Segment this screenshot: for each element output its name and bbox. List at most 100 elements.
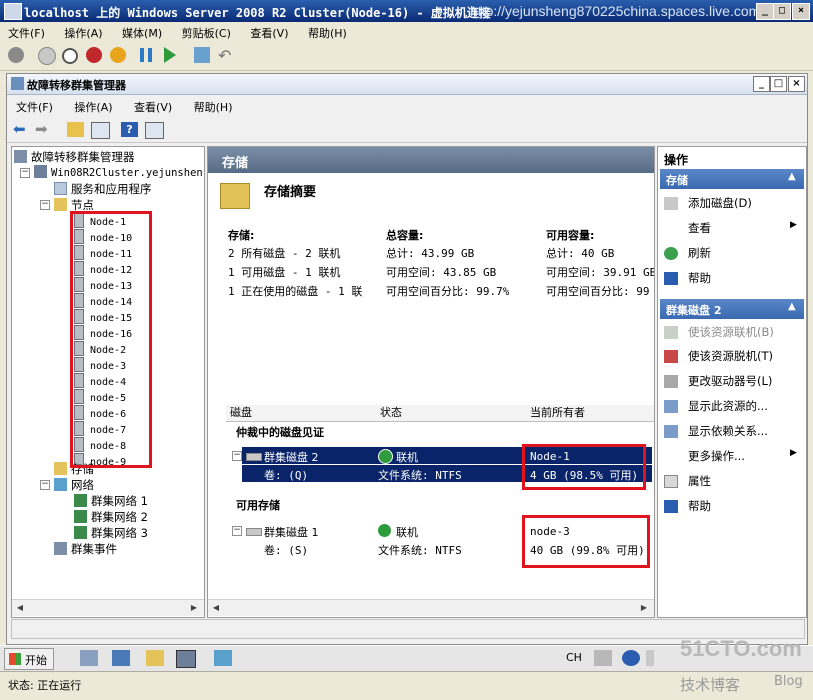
start-button[interactable]: 开始 <box>4 648 54 670</box>
navigation-tree: 故障转移群集管理器 − Win08R2Cluster.yejunshen 服务和… <box>11 146 205 618</box>
cluster-manager-taskbar-icon[interactable] <box>176 650 196 668</box>
action-show-report[interactable]: 显示此资源的... <box>664 398 768 414</box>
action-help[interactable]: 帮助 <box>664 270 711 286</box>
cluster-manager-icon <box>14 150 27 163</box>
column-status[interactable]: 状态 <box>376 405 527 422</box>
folder-icon <box>54 198 67 211</box>
group-quorum-label: 仲裁中的磁盘见证 <box>236 426 324 439</box>
disk-1-name[interactable]: 群集磁盘 1 <box>264 524 319 540</box>
submenu-arrow-icon: ▶ <box>790 448 797 458</box>
tree-network-3[interactable]: 群集网络 3 <box>74 525 148 541</box>
action-view[interactable]: 查看 <box>688 220 711 236</box>
action-take-offline[interactable]: 使该资源脱机(T) <box>664 348 773 364</box>
vm-menu-help[interactable]: 帮助(H) <box>300 22 355 41</box>
tree-hscrollbar[interactable]: ◀ ▶ <box>12 599 204 616</box>
vm-status-bar: 状态: 正在运行 51CTO.com 技术博客 Blog <box>0 636 813 700</box>
vm-menu-clipboard[interactable]: 剪贴板(C) <box>174 22 239 41</box>
keyboard-icon[interactable] <box>594 650 612 666</box>
action-refresh[interactable]: 刷新 <box>664 245 711 261</box>
tree-networks[interactable]: 网络 <box>54 477 94 493</box>
cluster-expander[interactable]: − <box>20 168 30 178</box>
vm-window-icon <box>4 3 22 20</box>
vm-menu-view[interactable]: 查看(V) <box>242 22 296 41</box>
explorer-icon[interactable] <box>146 650 164 666</box>
tree-network-2[interactable]: 群集网络 2 <box>74 509 148 525</box>
language-indicator[interactable]: CH <box>566 651 582 664</box>
pause-icon[interactable] <box>140 48 152 62</box>
app-maximize-button[interactable]: □ <box>770 76 787 92</box>
save-state-icon[interactable] <box>110 47 126 63</box>
action-help-2[interactable]: 帮助 <box>664 498 711 514</box>
action-add-disk[interactable]: 添加磁盘(D) <box>664 195 752 211</box>
disk-2-volume: 卷: (Q) <box>264 469 309 482</box>
app-minimize-button[interactable]: _ <box>753 76 770 92</box>
tray-options-icon[interactable] <box>646 650 654 666</box>
close-button[interactable]: × <box>792 3 810 20</box>
show-hide-tree-icon[interactable] <box>91 122 110 139</box>
action-change-drive-letter[interactable]: 更改驱动器号(L) <box>664 373 772 389</box>
ctrl-alt-del-icon[interactable] <box>8 47 24 63</box>
column-disk[interactable]: 磁盘 <box>226 405 377 422</box>
failover-cluster-manager-window: 故障转移群集管理器 _ □ × 文件(F) 操作(A) 查看(V) 帮助(H) … <box>6 73 808 645</box>
action-more[interactable]: 更多操作... <box>688 448 745 464</box>
tree-events[interactable]: 群集事件 <box>54 541 117 557</box>
app-menu-view[interactable]: 查看(V) <box>125 95 181 115</box>
action-show-dependencies[interactable]: 显示依赖关系... <box>664 423 768 439</box>
remote-desktop-icon[interactable] <box>214 650 232 666</box>
shutdown-icon[interactable] <box>86 47 102 63</box>
revert-icon[interactable]: ↶ <box>218 46 231 65</box>
disk-1-expander[interactable]: − <box>232 526 242 536</box>
column-owner[interactable]: 当前所有者 <box>526 405 654 422</box>
storage-folder-icon <box>54 462 67 475</box>
app-menu-help[interactable]: 帮助(H) <box>185 95 242 115</box>
back-arrow-icon[interactable]: ⬅ <box>13 122 30 137</box>
app-close-button[interactable]: × <box>788 76 805 92</box>
scroll-right-icon[interactable]: ▶ <box>638 602 650 614</box>
scroll-left-icon[interactable]: ◀ <box>14 602 26 614</box>
brand-logo: 51CTO.com <box>680 636 802 661</box>
forward-arrow-icon[interactable]: ➡ <box>35 122 52 137</box>
storage-line-3: 1 正在使用的磁盘 - 1 联 <box>228 285 363 298</box>
up-folder-icon[interactable] <box>67 122 84 137</box>
start-icon[interactable] <box>38 47 56 65</box>
vm-menu-media[interactable]: 媒体(M) <box>114 22 170 41</box>
help-tray-icon[interactable] <box>622 650 640 666</box>
app-menu-action[interactable]: 操作(A) <box>65 95 121 115</box>
action-bring-online[interactable]: 使该资源联机(B) <box>664 324 774 340</box>
owner-highlight-box-2 <box>522 515 650 568</box>
total-line-2: 可用空间: 43.85 GB <box>386 266 497 279</box>
vm-status-text: 状态: 正在运行 <box>8 679 82 692</box>
vm-menu-action[interactable]: 操作(A) <box>56 22 110 41</box>
collapse-icon[interactable]: ▲ <box>788 171 796 182</box>
scroll-right-icon[interactable]: ▶ <box>188 602 200 614</box>
snapshot-icon[interactable] <box>194 47 210 63</box>
collapse-icon[interactable]: ▲ <box>788 301 796 312</box>
properties-icon <box>664 475 678 488</box>
nodes-expander[interactable]: − <box>40 200 50 210</box>
avail-line-2: 可用空间: 39.91 GB <box>546 266 655 279</box>
minimize-button[interactable]: _ <box>756 3 774 20</box>
server-manager-icon[interactable] <box>80 650 98 666</box>
tree-services[interactable]: 服务和应用程序 <box>54 181 152 197</box>
networks-expander[interactable]: − <box>40 480 50 490</box>
brand-blog: Blog <box>774 674 803 689</box>
actions-section-storage[interactable]: 存储 ▲ <box>660 169 804 189</box>
storage-pane: 存储 存储摘要 存储: 2 所有磁盘 - 2 联机 1 可用磁盘 - 1 联机 … <box>207 146 655 618</box>
scroll-left-icon[interactable]: ◀ <box>210 602 222 614</box>
show-action-pane-icon[interactable] <box>145 122 164 139</box>
disk-2-expander[interactable]: − <box>232 451 242 461</box>
help-icon[interactable]: ? <box>121 122 138 137</box>
tree-network-1[interactable]: 群集网络 1 <box>74 493 148 509</box>
actions-section-disk[interactable]: 群集磁盘 2 ▲ <box>660 299 804 319</box>
resume-icon[interactable] <box>164 47 176 63</box>
action-properties[interactable]: 属性 <box>664 473 711 489</box>
app-menu-file[interactable]: 文件(F) <box>7 95 62 115</box>
maximize-button[interactable]: □ <box>773 3 791 20</box>
tree-cluster[interactable]: Win08R2Cluster.yejunshen <box>34 165 203 179</box>
refresh-icon <box>664 247 678 260</box>
vm-menu-file[interactable]: 文件(F) <box>0 22 53 41</box>
tree-root[interactable]: 故障转移群集管理器 <box>14 149 135 165</box>
center-hscrollbar[interactable]: ◀ ▶ <box>208 599 654 616</box>
powershell-icon[interactable] <box>112 650 130 666</box>
turn-off-icon[interactable] <box>62 48 78 64</box>
